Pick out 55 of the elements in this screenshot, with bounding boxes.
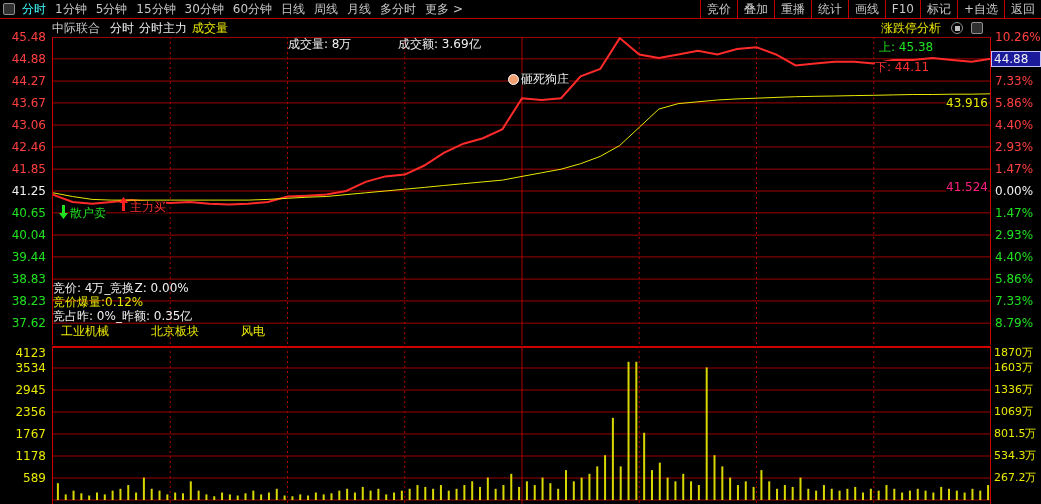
price-axis-label: 41.25 bbox=[11, 184, 46, 198]
price-axis-label: 43.67 bbox=[11, 95, 46, 110]
volume-axis-label: 1767 bbox=[15, 426, 46, 441]
price-axis-label: 39.44 bbox=[11, 249, 46, 264]
auction-info-text: 竞价: 4万_竞换Z: 0.00% bbox=[53, 281, 190, 295]
percent-axis-label: 0.00% bbox=[995, 184, 1034, 198]
percent-axis-label: 10.26% bbox=[995, 30, 1041, 44]
percent-axis-label: 2.93% bbox=[995, 228, 1034, 242]
amount-axis-label: 1870万 bbox=[994, 345, 1033, 360]
chart-note: 砸死狗庄 bbox=[521, 73, 569, 85]
auction-info-text: 竞占昨: 0%_昨额: 0.35亿 bbox=[53, 309, 193, 323]
price-axis-label: 44.27 bbox=[11, 74, 46, 89]
price-axis-label: 45.48 bbox=[11, 30, 46, 44]
auction-info-text: 竞价爆量:0.12% bbox=[53, 295, 145, 309]
volume-axis-label: 3534 bbox=[15, 360, 46, 375]
average-price-label: 41.524 bbox=[946, 181, 988, 193]
amount-axis-label: 1336万 bbox=[994, 382, 1033, 397]
volume-axis-label: 589 bbox=[23, 470, 46, 485]
price-axis-label: 38.23 bbox=[11, 293, 46, 308]
price-axis-label: 40.04 bbox=[11, 228, 46, 243]
amount-axis-label: 534.3万 bbox=[994, 448, 1037, 463]
stock-name: 中际联合 bbox=[52, 22, 100, 34]
percent-axis-label: 1.47% bbox=[995, 162, 1034, 176]
price-axis-label: 38.83 bbox=[11, 272, 46, 287]
percent-axis-label: 7.33% bbox=[995, 74, 1034, 88]
percent-axis-label: 8.79% bbox=[995, 316, 1034, 330]
percent-axis-label: 4.40% bbox=[995, 250, 1034, 264]
percent-axis-label: 2.93% bbox=[995, 140, 1034, 154]
volume-axis-label: 2356 bbox=[15, 404, 46, 419]
price-axis-label: 41.85 bbox=[11, 162, 46, 177]
volume-axis-label: 4123 bbox=[15, 345, 46, 360]
trade-summary-text: 成交额: 3.69亿 bbox=[398, 38, 481, 50]
volume-axis-label: 2945 bbox=[15, 382, 46, 397]
amount-axis-label: 267.2万 bbox=[994, 470, 1037, 485]
current-price-badge: 44.88 bbox=[991, 51, 1041, 67]
amount-axis-label: 1069万 bbox=[994, 404, 1033, 419]
price-axis-label: 44.88 bbox=[11, 51, 46, 66]
sell-marker-label: 散户卖 bbox=[70, 207, 106, 219]
price-axis-label: 42.46 bbox=[11, 139, 46, 154]
trade-summary-text: 成交量: 8万 bbox=[288, 38, 352, 50]
volume-axis-label: 1178 bbox=[15, 448, 46, 463]
percent-axis-label: 1.47% bbox=[995, 206, 1034, 220]
buy-marker-label: 主力买 bbox=[130, 201, 166, 213]
price-axis-label: 40.65 bbox=[11, 205, 46, 220]
amount-axis-label: 1603万 bbox=[994, 360, 1033, 375]
high-price-label: 上: 45.38 bbox=[879, 41, 934, 53]
percent-axis-label: 4.40% bbox=[995, 118, 1034, 132]
percent-axis-label: 5.86% bbox=[995, 272, 1034, 286]
price-axis-label: 43.06 bbox=[11, 118, 46, 133]
low-price-label: 下: 44.11 bbox=[875, 61, 930, 73]
percent-axis-label: 5.86% bbox=[995, 96, 1034, 110]
amount-axis-label: 801.5万 bbox=[994, 426, 1037, 441]
price-axis-label: 37.62 bbox=[11, 316, 46, 331]
average-price-label: 43.916 bbox=[946, 97, 988, 109]
percent-axis-label: 7.33% bbox=[995, 294, 1034, 308]
